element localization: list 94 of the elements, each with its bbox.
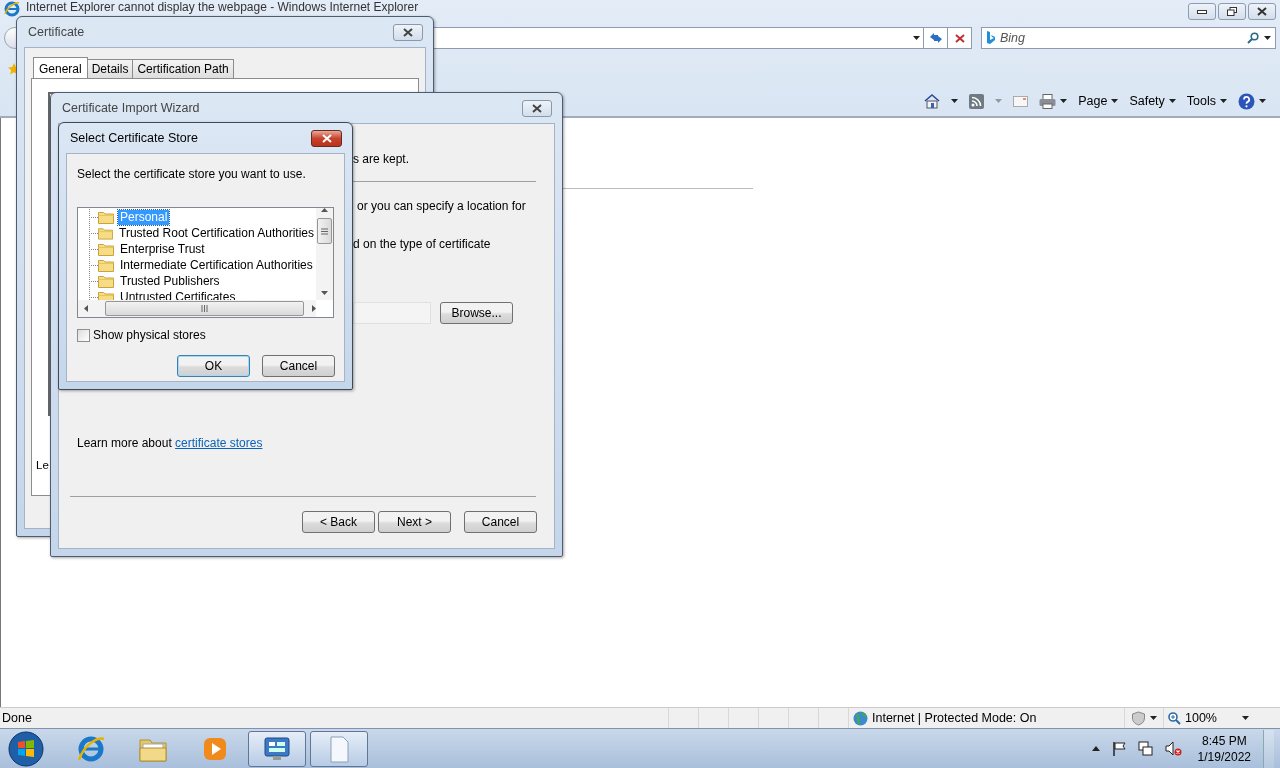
network-icon — [1137, 741, 1153, 756]
partial-text: Le — [36, 459, 49, 471]
horizontal-scrollbar[interactable] — [78, 300, 316, 317]
caret-icon — [1111, 99, 1119, 103]
dialog-button[interactable]: OK — [177, 355, 250, 377]
tree-item[interactable]: Intermediate Certification Authorities — [118, 257, 315, 273]
menu-button[interactable]: Safety — [1127, 90, 1178, 112]
stop-button[interactable] — [948, 27, 972, 49]
wizard-button[interactable]: Next > — [378, 511, 451, 533]
search-engine-logo-icon — [986, 31, 995, 45]
wizard-button[interactable]: < Back — [302, 511, 375, 533]
show-hidden-icons-icon — [1091, 746, 1100, 751]
close-icon — [1257, 7, 1267, 16]
minimize-icon — [1197, 9, 1207, 14]
taskbar-button[interactable] — [248, 730, 306, 767]
caret-icon — [1220, 99, 1227, 103]
tab[interactable]: Certification Path — [132, 59, 234, 78]
instruction-text: d on the type of certificate — [353, 237, 492, 252]
menu-button[interactable]: Page — [1076, 90, 1121, 112]
taskbar-button[interactable] — [310, 730, 368, 767]
folder-icon — [98, 274, 114, 288]
dialog-title: Certificate — [27, 25, 85, 39]
folder-icon — [98, 226, 113, 240]
start-button[interactable] — [6, 730, 46, 767]
caret-icon — [995, 99, 1003, 103]
scroll-down-icon — [321, 291, 328, 295]
menu-button[interactable]: Tools — [1184, 90, 1229, 112]
clock-time: 8:45 PM — [1201, 732, 1247, 749]
start-orb-icon — [8, 730, 44, 767]
tab[interactable]: General — [33, 57, 88, 79]
folder-icon — [98, 258, 114, 272]
caret-icon — [1168, 99, 1176, 103]
zoom-icon — [1168, 711, 1181, 725]
grip-icon — [321, 227, 328, 235]
browser-logo-icon — [4, 1, 20, 17]
scroll-left-icon — [84, 305, 88, 312]
certificate-stores-link[interactable]: certificate stores — [175, 436, 263, 450]
folder-icon — [98, 210, 114, 224]
caret-icon — [913, 36, 920, 40]
globe-icon — [853, 710, 868, 726]
tree-item[interactable]: Trusted Publishers — [118, 273, 222, 289]
dialog-title: Certificate Import Wizard — [61, 101, 200, 115]
mail-icon — [1013, 95, 1029, 107]
security-zone-text: Internet | Protected Mode: On — [872, 711, 1037, 725]
clock-date: 1/19/2022 — [1197, 748, 1251, 765]
learn-more-text: Learn more about certificate stores — [77, 436, 264, 451]
home-icon — [924, 93, 941, 109]
minimize-button[interactable] — [1188, 3, 1216, 20]
close-icon — [403, 27, 413, 37]
store-field[interactable] — [353, 302, 431, 324]
instruction-text: or you can specify a location for — [357, 199, 527, 214]
close-icon — [532, 103, 542, 113]
search-box[interactable]: Bing — [981, 27, 1276, 49]
search-icon — [1247, 32, 1259, 44]
close-button[interactable] — [1248, 3, 1276, 20]
tab[interactable]: Details — [86, 59, 134, 78]
wizard-button[interactable]: Cancel — [464, 511, 537, 533]
close-button[interactable] — [311, 129, 342, 147]
speaker-muted-icon — [1164, 741, 1182, 756]
help-icon — [1238, 92, 1255, 110]
refresh-icon — [928, 32, 943, 44]
caret-icon — [1060, 99, 1068, 103]
caret-icon — [1242, 716, 1249, 720]
status-text: Done — [1, 711, 33, 725]
folder-icon — [98, 242, 114, 256]
dialog-title: Select Certificate Store — [69, 131, 198, 145]
tree-item[interactable]: Enterprise Trust — [118, 241, 207, 257]
vertical-scrollbar[interactable] — [316, 208, 333, 300]
prompt-text: Select the certificate store you want to use. — [77, 167, 307, 182]
feed-icon — [969, 93, 985, 109]
scroll-right-icon — [312, 305, 316, 312]
refresh-button[interactable] — [924, 27, 948, 49]
tree-item[interactable]: Untrusted Certificates — [118, 289, 238, 300]
printer-icon — [1039, 93, 1057, 109]
tree-item[interactable]: Trusted Root Certification Authorities — [117, 225, 316, 241]
instruction-text: s are kept. — [353, 152, 411, 167]
close-icon — [321, 133, 332, 143]
window-title: Internet Explorer cannot display the webpage - Windows Internet Explorer — [26, 1, 419, 14]
close-icon — [954, 33, 965, 43]
caret-icon — [1264, 36, 1271, 40]
caret-icon — [1150, 716, 1157, 720]
checkbox[interactable] — [77, 328, 90, 342]
browse-button[interactable]: Browse... — [440, 302, 513, 324]
restore-icon — [1227, 7, 1237, 16]
grip-icon — [201, 305, 208, 312]
checkbox-label: Show physical stores — [93, 328, 206, 342]
close-button[interactable] — [522, 99, 552, 117]
flag-icon — [1111, 741, 1126, 756]
close-button[interactable] — [393, 23, 423, 41]
caret-icon — [1259, 99, 1266, 103]
caret-icon — [951, 99, 959, 103]
dialog-button[interactable]: Cancel — [262, 355, 335, 377]
scroll-up-icon — [321, 208, 328, 212]
restore-button[interactable] — [1218, 3, 1246, 20]
